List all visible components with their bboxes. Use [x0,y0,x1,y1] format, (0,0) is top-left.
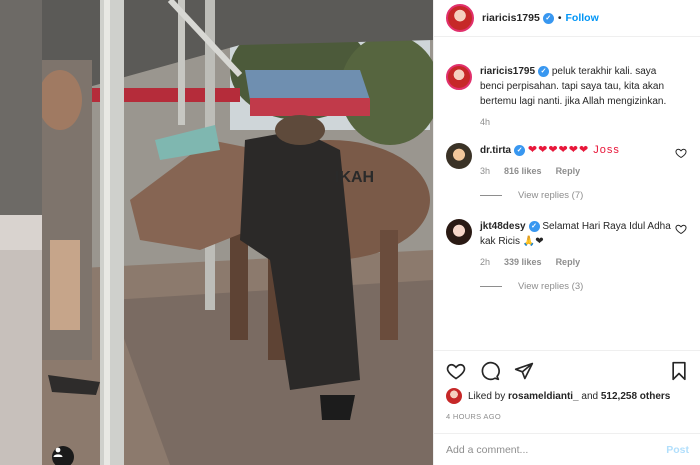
comment-text: jkt48desy ✓ Selamat Hari Raya Idul Adha k… [480,219,673,249]
reply-button[interactable]: Reply [556,257,581,267]
bookmark-icon[interactable] [669,361,689,381]
header-separator: • [557,12,562,24]
comments-list[interactable]: riaricis1795 ✓ peluk terakhir kali. saya … [434,52,700,350]
likes-summary: Liked by rosameldianti_ and 512,258 othe… [446,388,670,404]
comment-likes[interactable]: 816 likes [504,166,542,176]
comment-likes[interactable]: 339 likes [504,257,542,267]
post-timestamp[interactable]: 4 HOURS AGO [446,412,501,421]
post-header: riaricis1795 ✓ • Follow [434,0,700,37]
view-replies-line [480,286,502,287]
heart-icon[interactable] [446,361,466,381]
likes-conjunction: and [581,390,599,402]
comment-meta: 3h 816 likes Reply [480,166,673,176]
comment-text: dr.tirta ✓ ❤❤❤❤❤❤ Joss [480,143,673,158]
comment-input[interactable] [446,443,667,456]
caption-avatar[interactable] [446,64,472,90]
commenter-avatar[interactable] [446,143,472,169]
verified-badge-icon: ✓ [514,144,526,156]
comment-time: 3h [480,166,491,176]
commenter-avatar[interactable] [446,219,472,245]
commenter-username[interactable]: jkt48desy [480,221,526,232]
caption-time: 4h [480,117,491,127]
reply-button[interactable]: Reply [556,166,581,176]
view-replies-button[interactable]: View replies (7) [434,190,700,201]
view-replies-line [480,195,502,196]
author-username[interactable]: riaricis1795 [482,12,540,24]
likes-prefix: Liked by [468,390,506,402]
verified-badge-icon: ✓ [538,65,550,77]
instagram-post-modal: IKAH riaricis1795 ✓ • Follow riaricis179… [0,0,700,465]
verified-badge-icon: ✓ [542,12,554,24]
verified-badge-icon: ✓ [528,220,540,232]
comment-body: ❤❤❤❤❤❤ Joss [527,144,620,156]
comment-item: dr.tirta ✓ ❤❤❤❤❤❤ Joss 3h 816 likes Reply [434,143,700,176]
liker-avatar[interactable] [446,388,462,404]
share-icon[interactable] [514,361,534,381]
view-replies-label: View replies (7) [518,190,584,201]
user-tag-button[interactable] [52,446,74,465]
post-details-panel: riaricis1795 ✓ • Follow riaricis1795 ✓ pe… [433,0,700,465]
view-replies-label: View replies (3) [518,281,584,292]
add-comment-bar: Post [434,433,700,465]
liker-username[interactable]: rosameldianti_ [508,391,579,402]
post-photo[interactable]: IKAH [0,0,433,465]
comment-icon[interactable] [480,361,500,381]
caption-meta: 4h [480,117,673,127]
photo-illustration: IKAH [0,0,433,465]
commenter-username[interactable]: dr.tirta [480,145,511,156]
comment-like-heart-icon[interactable] [675,223,687,235]
comment-item: jkt48desy ✓ Selamat Hari Raya Idul Adha k… [434,219,700,267]
post-comment-button[interactable]: Post [666,444,689,456]
caption-text: riaricis1795 ✓ peluk terakhir kali. saya … [480,64,673,109]
user-tag-icon [53,447,63,457]
likes-count[interactable]: 512,258 others [601,391,671,402]
author-avatar[interactable] [446,4,474,32]
cow-sign-text: IKAH [335,169,374,186]
follow-button[interactable]: Follow [566,12,599,24]
view-replies-button[interactable]: View replies (3) [434,281,700,292]
comment-meta: 2h 339 likes Reply [480,257,673,267]
action-bar [434,350,700,390]
comment-time: 2h [480,257,491,267]
caption-username[interactable]: riaricis1795 [480,66,535,77]
caption-entry: riaricis1795 ✓ peluk terakhir kali. saya … [434,64,700,127]
comment-like-heart-icon[interactable] [675,147,687,159]
